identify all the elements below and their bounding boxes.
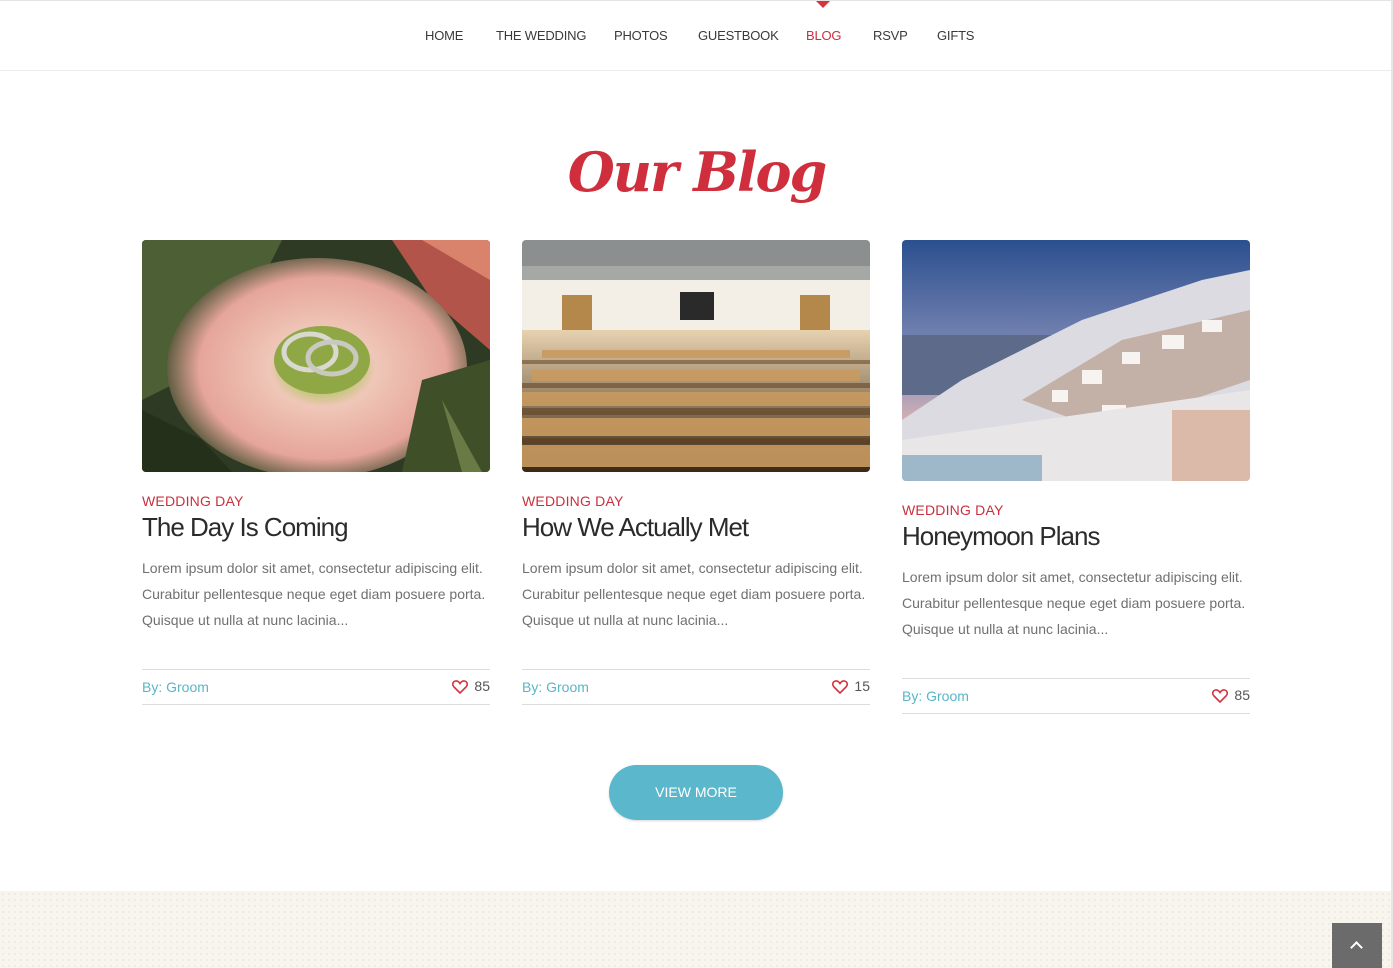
nav-item-guestbook[interactable]: GUESTBOOK: [698, 28, 779, 43]
section-title: Our Blog: [567, 140, 827, 204]
post-category[interactable]: WEDDING DAY: [142, 493, 490, 509]
post-likes[interactable]: 85: [452, 678, 490, 694]
nav-item-home[interactable]: HOME: [425, 28, 463, 43]
nav-item-the-wedding[interactable]: THE WEDDING: [496, 28, 586, 43]
post-title[interactable]: The Day Is Coming: [142, 512, 490, 543]
auditorium-photo: [522, 240, 870, 472]
post-meta: By: Groom 85: [902, 678, 1250, 714]
likes-count: 85: [474, 678, 490, 694]
post-meta: By: Groom 15: [522, 669, 870, 705]
footer-pattern-band: [0, 891, 1393, 968]
nav-list: HOME THE WEDDING PHOTOS GUESTBOOK BLOG R…: [0, 1, 1393, 71]
blog-card: WEDDING DAY Honeymoon Plans Lorem ipsum …: [902, 240, 1250, 714]
post-likes[interactable]: 15: [832, 678, 870, 694]
post-title[interactable]: How We Actually Met: [522, 512, 870, 543]
likes-count: 15: [854, 678, 870, 694]
likes-count: 85: [1234, 687, 1250, 703]
post-likes[interactable]: 85: [1212, 687, 1250, 703]
view-more-button[interactable]: VIEW MORE: [609, 765, 783, 820]
post-meta: By: Groom 85: [142, 669, 490, 705]
post-author[interactable]: By: Groom: [902, 688, 969, 704]
rings-photo: [142, 240, 490, 472]
post-author[interactable]: By: Groom: [522, 679, 589, 695]
post-excerpt: Lorem ipsum dolor sit amet, consectetur …: [902, 569, 1246, 637]
main-navigation: HOME THE WEDDING PHOTOS GUESTBOOK BLOG R…: [0, 0, 1393, 71]
post-category[interactable]: WEDDING DAY: [902, 502, 1250, 518]
post-image-santorini[interactable]: [902, 240, 1250, 481]
chevron-up-icon: [1350, 941, 1363, 954]
post-category[interactable]: WEDDING DAY: [522, 493, 870, 509]
nav-item-gifts[interactable]: GIFTS: [937, 28, 974, 43]
nav-item-blog[interactable]: BLOG: [806, 28, 842, 43]
post-image-rings[interactable]: [142, 240, 490, 472]
heart-icon: [1212, 688, 1229, 703]
nav-item-rsvp[interactable]: RSVP: [873, 28, 908, 43]
heart-icon: [832, 679, 849, 694]
heart-icon: [452, 679, 469, 694]
back-to-top-button[interactable]: [1332, 923, 1382, 968]
blog-card: WEDDING DAY The Day Is Coming Lorem ipsu…: [142, 240, 490, 705]
post-image-auditorium[interactable]: [522, 240, 870, 472]
post-author[interactable]: By: Groom: [142, 679, 209, 695]
post-title[interactable]: Honeymoon Plans: [902, 521, 1250, 552]
post-excerpt: Lorem ipsum dolor sit amet, consectetur …: [142, 560, 486, 628]
blog-card: WEDDING DAY How We Actually Met Lorem ip…: [522, 240, 870, 705]
nav-item-photos[interactable]: PHOTOS: [614, 28, 668, 43]
post-excerpt: Lorem ipsum dolor sit amet, consectetur …: [522, 560, 866, 628]
santorini-photo: [902, 240, 1250, 481]
